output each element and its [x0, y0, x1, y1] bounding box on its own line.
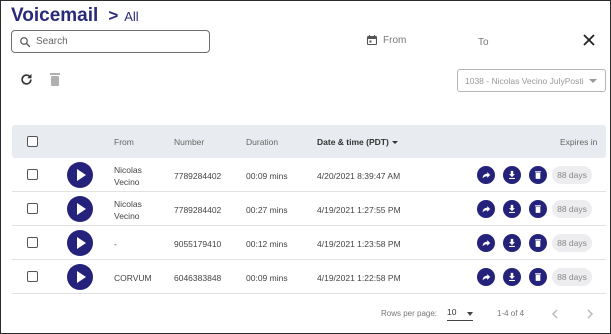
mailbox-select-value: 1038 - Nicolas Vecino JulyPosti — [465, 75, 584, 86]
duration: 00:09 mins — [246, 273, 288, 283]
column-number[interactable]: Number — [174, 137, 204, 147]
from-name: CORVUM — [114, 273, 152, 283]
refresh-icon[interactable] — [19, 72, 34, 87]
page-title: Voicemail — [11, 5, 99, 26]
duration: 00:09 mins — [246, 171, 288, 181]
next-page-icon[interactable] — [585, 307, 595, 321]
duration: 00:12 mins — [246, 239, 288, 249]
calendar-icon — [366, 35, 378, 46]
expires-badge: 88 days — [552, 166, 592, 184]
download-icon — [509, 204, 515, 213]
forward-icon — [482, 172, 491, 179]
datetime: 4/19/2021 1:23:58 PM — [317, 239, 401, 249]
forward-icon — [482, 240, 491, 247]
rows-per-page-value: 10 — [447, 307, 457, 317]
table-row: Nicolas Vecino 7789284402 00:27 mins 4/1… — [12, 192, 606, 226]
expires-badge: 88 days — [552, 200, 592, 218]
forward-button[interactable] — [477, 268, 495, 286]
play-button[interactable] — [67, 230, 93, 256]
from-name-line2: Vecino — [114, 211, 140, 221]
datetime: 4/19/2021 1:22:58 PM — [317, 273, 401, 283]
number: 9055179410 — [174, 239, 222, 249]
mailbox-select[interactable]: 1038 - Nicolas Vecino JulyPosti — [457, 69, 606, 92]
number: 6046383848 — [174, 273, 222, 283]
trash-icon — [535, 205, 541, 213]
play-button[interactable] — [67, 162, 93, 188]
select-all-checkbox[interactable] — [27, 136, 38, 147]
download-button[interactable] — [503, 166, 521, 184]
forward-icon — [482, 206, 491, 213]
page-header: Voicemail > All — [11, 4, 139, 28]
delete-button[interactable] — [529, 268, 547, 286]
forward-button[interactable] — [477, 166, 495, 184]
expires-badge: 88 days — [552, 268, 592, 286]
download-icon — [509, 238, 515, 247]
forward-button[interactable] — [477, 200, 495, 218]
delete-selected-icon[interactable] — [49, 72, 61, 87]
download-button[interactable] — [503, 268, 521, 286]
from-name: Nicolas — [114, 165, 142, 175]
number: 7789284402 — [174, 205, 222, 215]
column-from[interactable]: From — [114, 137, 134, 147]
from-date-filter[interactable]: From — [366, 34, 406, 46]
table-header: From Number Duration Date & time (PDT) E… — [12, 125, 606, 158]
download-button[interactable] — [503, 234, 521, 252]
download-icon — [509, 170, 515, 179]
chevron-down-icon — [467, 312, 473, 316]
row-checkbox[interactable] — [27, 169, 38, 180]
number: 7789284402 — [174, 171, 222, 181]
from-label: From — [383, 34, 407, 46]
search-icon — [20, 36, 31, 47]
voicemail-window: Voicemail > All From To 1038 - Nicolas V… — [0, 0, 611, 334]
play-button[interactable] — [67, 196, 93, 222]
datetime: 4/19/2021 1:27:55 PM — [317, 205, 401, 215]
from-name: - — [114, 239, 117, 249]
close-icon[interactable] — [582, 33, 596, 47]
pagination-bar: Rows per page: 10 1-4 of 4 — [1, 307, 611, 323]
page-range: 1-4 of 4 — [497, 309, 525, 318]
rows-per-page-select[interactable]: 10 — [447, 307, 473, 321]
trash-icon — [535, 273, 541, 281]
forward-button[interactable] — [477, 234, 495, 252]
previous-page-icon[interactable] — [550, 307, 560, 321]
play-button[interactable] — [67, 264, 93, 290]
duration: 00:27 mins — [246, 205, 288, 215]
forward-icon — [482, 274, 491, 281]
from-name-line2: Vecino — [114, 177, 140, 187]
column-datetime-label: Date & time (PDT) — [317, 137, 389, 147]
table-row: - 9055179410 00:12 mins 4/19/2021 1:23:5… — [12, 226, 606, 260]
download-icon — [509, 272, 515, 281]
voicemail-table: From Number Duration Date & time (PDT) E… — [12, 125, 606, 294]
breadcrumb-all[interactable]: All — [124, 9, 138, 24]
to-date-filter[interactable]: To — [478, 37, 489, 48]
delete-button[interactable] — [529, 166, 547, 184]
download-button[interactable] — [503, 200, 521, 218]
chevron-down-icon — [589, 79, 597, 83]
table-row: Nicolas Vecino 7789284402 00:09 mins 4/2… — [12, 158, 606, 192]
row-checkbox[interactable] — [27, 203, 38, 214]
search-box[interactable] — [11, 30, 210, 53]
column-duration[interactable]: Duration — [246, 137, 278, 147]
table-row: CORVUM 6046383848 00:09 mins 4/19/2021 1… — [12, 260, 606, 294]
row-checkbox[interactable] — [27, 271, 38, 282]
rows-per-page-label: Rows per page: — [381, 309, 438, 318]
from-name: Nicolas — [114, 199, 142, 209]
expires-badge: 88 days — [552, 234, 592, 252]
row-checkbox[interactable] — [27, 237, 38, 248]
breadcrumb-separator: > — [108, 6, 119, 25]
delete-button[interactable] — [529, 200, 547, 218]
trash-icon — [535, 239, 541, 247]
column-datetime[interactable]: Date & time (PDT) — [317, 137, 398, 147]
search-input[interactable] — [36, 36, 196, 47]
trash-icon — [535, 171, 541, 179]
column-expires: Expires in — [560, 137, 598, 147]
sort-desc-icon — [391, 141, 398, 145]
delete-button[interactable] — [529, 234, 547, 252]
datetime: 4/20/2021 8:39:47 AM — [317, 171, 401, 181]
